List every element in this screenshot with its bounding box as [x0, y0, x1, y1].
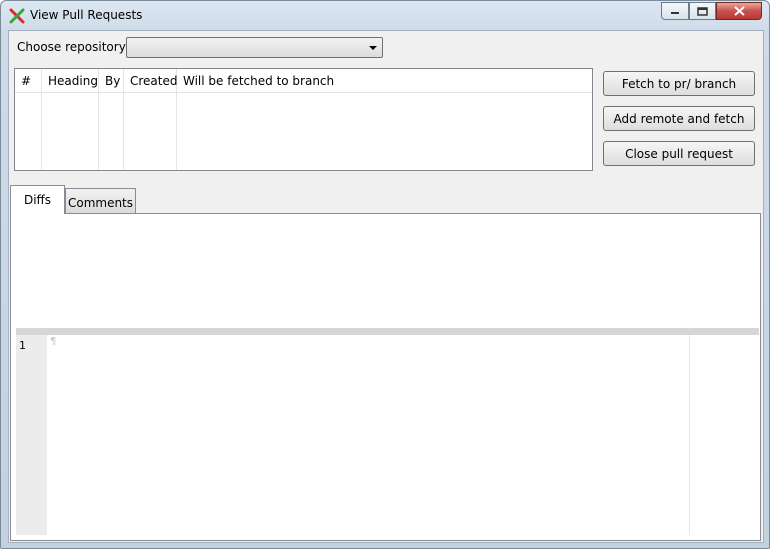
- close-button[interactable]: [716, 2, 762, 20]
- repository-dropdown[interactable]: [126, 37, 383, 58]
- edge-guide-line: [689, 335, 690, 535]
- line-number: 1: [19, 339, 26, 352]
- line-number-gutter: 1: [16, 335, 47, 535]
- tab-diffs-label: Diffs: [23, 193, 52, 207]
- pilcrow-icon: ¶: [50, 336, 57, 347]
- column-by[interactable]: By: [99, 69, 124, 170]
- red-green-x-icon: [9, 8, 25, 24]
- diff-splitter[interactable]: [16, 328, 759, 335]
- tab-diffs[interactable]: Diffs: [10, 185, 65, 214]
- add-remote-and-fetch-button[interactable]: Add remote and fetch: [603, 106, 755, 131]
- minimize-icon: [671, 12, 679, 14]
- minimize-button[interactable]: [661, 2, 689, 20]
- column-header-created: Created: [130, 74, 178, 88]
- close-pull-request-label: Close pull request: [625, 146, 733, 161]
- tab-control: Diffs Comments 1 ¶: [9, 185, 763, 542]
- maximize-button[interactable]: [689, 2, 716, 20]
- close-pull-request-button[interactable]: Close pull request: [603, 141, 755, 166]
- fetch-to-branch-button[interactable]: Fetch to pr/ branch: [603, 71, 755, 96]
- dialog-client-area: Choose repository: # Heading By Created …: [8, 30, 764, 543]
- title-bar[interactable]: View Pull Requests: [1, 1, 769, 31]
- close-icon: [733, 6, 745, 16]
- add-remote-label: Add remote and fetch: [613, 111, 745, 126]
- diffs-tab-pane: 1 ¶: [10, 213, 761, 541]
- column-number[interactable]: #: [15, 69, 42, 170]
- column-header-heading: Heading: [48, 74, 98, 88]
- pull-requests-table[interactable]: # Heading By Created Will be fetched to …: [14, 68, 593, 171]
- maximize-icon: [697, 6, 708, 16]
- column-target-branch[interactable]: Will be fetched to branch: [177, 69, 592, 170]
- column-header-by: By: [105, 74, 121, 88]
- repository-label: Choose repository:: [17, 40, 129, 54]
- column-header-target-branch: Will be fetched to branch: [183, 74, 335, 88]
- diff-editor[interactable]: 1 ¶: [16, 335, 759, 535]
- tab-comments-label: Comments: [67, 196, 134, 210]
- column-heading[interactable]: Heading: [42, 69, 99, 170]
- view-pull-requests-window: View Pull Requests Choose repository: # …: [0, 0, 770, 549]
- column-header-number: #: [21, 74, 32, 88]
- column-created[interactable]: Created: [124, 69, 178, 170]
- tab-comments[interactable]: Comments: [65, 188, 136, 214]
- dropdown-arrow-icon: [369, 46, 377, 50]
- fetch-to-branch-label: Fetch to pr/ branch: [621, 76, 737, 91]
- window-title: View Pull Requests: [30, 8, 143, 22]
